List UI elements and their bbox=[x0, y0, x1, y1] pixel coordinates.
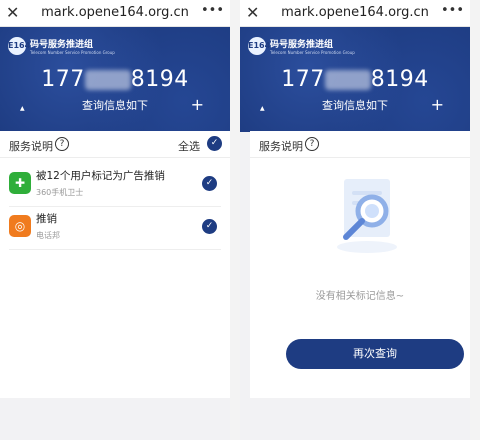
brand-name: 码号服务推进组 bbox=[30, 40, 94, 50]
item-check-icon[interactable]: ✓ bbox=[202, 176, 217, 191]
phone-prefix: 177 bbox=[281, 67, 325, 92]
select-all-label[interactable]: 全选 bbox=[178, 138, 200, 154]
phone-ring-icon: ◎ bbox=[9, 215, 31, 237]
phone-suffix: 8194 bbox=[370, 67, 429, 92]
item-source: 360手机卫士 bbox=[36, 188, 84, 197]
more-icon[interactable]: ••• bbox=[441, 3, 464, 18]
header-banner: E164 码号服务推进组 Telecom Number Service Prom… bbox=[0, 27, 230, 132]
phone-prefix: 177 bbox=[41, 67, 85, 92]
retry-button[interactable]: 再次查询 bbox=[286, 339, 464, 369]
card-header: 服务说明 ? 全选 ✓ bbox=[0, 131, 230, 158]
item-source: 电话邦 bbox=[36, 231, 60, 240]
question-icon[interactable]: ? bbox=[305, 137, 319, 151]
brand: E164 码号服务推进组 Telecom Number Service Prom… bbox=[8, 37, 115, 55]
service-card: 服务说明 ? 没有相关标记信息~ 再次查询 bbox=[250, 131, 470, 398]
page-bottom bbox=[240, 398, 470, 440]
phone-mask bbox=[84, 70, 131, 90]
phone-number: 177 8194 bbox=[0, 67, 230, 92]
phone-number: 177 8194 bbox=[240, 67, 470, 92]
divider bbox=[9, 206, 221, 207]
list-item[interactable]: ✚ 被12个用户标记为广告推销 360手机卫士 ✓ bbox=[9, 166, 221, 206]
phone-suffix: 8194 bbox=[130, 67, 189, 92]
item-name: 推销 bbox=[36, 213, 57, 225]
address-bar: ✕ mark.opene164.org.cn ••• bbox=[0, 0, 230, 27]
phone-mask bbox=[324, 70, 371, 90]
plus-icon[interactable]: + bbox=[431, 97, 444, 113]
divider bbox=[9, 249, 221, 250]
item-check-icon[interactable]: ✓ bbox=[202, 219, 217, 234]
triangle-icon: ▲ bbox=[260, 105, 265, 112]
brand-tagline: Telecom Number Service Promotion Group bbox=[30, 50, 115, 55]
url-text: mark.opene164.org.cn bbox=[281, 5, 429, 20]
brand-tagline: Telecom Number Service Promotion Group bbox=[270, 50, 355, 55]
brand: E164 码号服务推进组 Telecom Number Service Prom… bbox=[248, 37, 355, 55]
card-header: 服务说明 ? bbox=[250, 131, 470, 158]
card-title: 服务说明 bbox=[259, 140, 303, 153]
empty-text: 没有相关标记信息~ bbox=[315, 291, 405, 302]
e164-logo-icon: E164 bbox=[248, 37, 270, 55]
right-phone-screen: ✕ mark.opene164.org.cn ••• E164 码号服务推进组 … bbox=[240, 0, 470, 440]
screenshot-stage: ✕ mark.opene164.org.cn ••• E164 码号服务推进组 … bbox=[0, 0, 480, 440]
select-all-check-icon[interactable]: ✓ bbox=[207, 136, 222, 151]
empty-search-illustration-icon bbox=[337, 179, 397, 253]
url-text: mark.opene164.org.cn bbox=[41, 5, 189, 20]
question-icon[interactable]: ? bbox=[55, 137, 69, 151]
plus-icon[interactable]: + bbox=[191, 97, 204, 113]
item-name: 被12个用户标记为广告推销 bbox=[36, 170, 165, 182]
page-bottom bbox=[0, 398, 230, 440]
e164-logo-icon: E164 bbox=[8, 37, 30, 55]
list-item[interactable]: ◎ 推销 电话邦 ✓ bbox=[9, 209, 221, 249]
card-title: 服务说明 bbox=[9, 140, 53, 153]
triangle-icon: ▲ bbox=[20, 105, 25, 112]
more-icon[interactable]: ••• bbox=[201, 3, 224, 18]
brand-name: 码号服务推进组 bbox=[270, 40, 334, 50]
service-card: 服务说明 ? 全选 ✓ ✚ 被12个用户标记为广告推销 360手机卫士 ✓ ◎ … bbox=[0, 131, 230, 398]
header-banner: E164 码号服务推进组 Telecom Number Service Prom… bbox=[240, 27, 470, 132]
left-phone-screen: ✕ mark.opene164.org.cn ••• E164 码号服务推进组 … bbox=[0, 0, 230, 440]
address-bar: ✕ mark.opene164.org.cn ••• bbox=[240, 0, 470, 27]
shield-plus-icon: ✚ bbox=[9, 172, 31, 194]
